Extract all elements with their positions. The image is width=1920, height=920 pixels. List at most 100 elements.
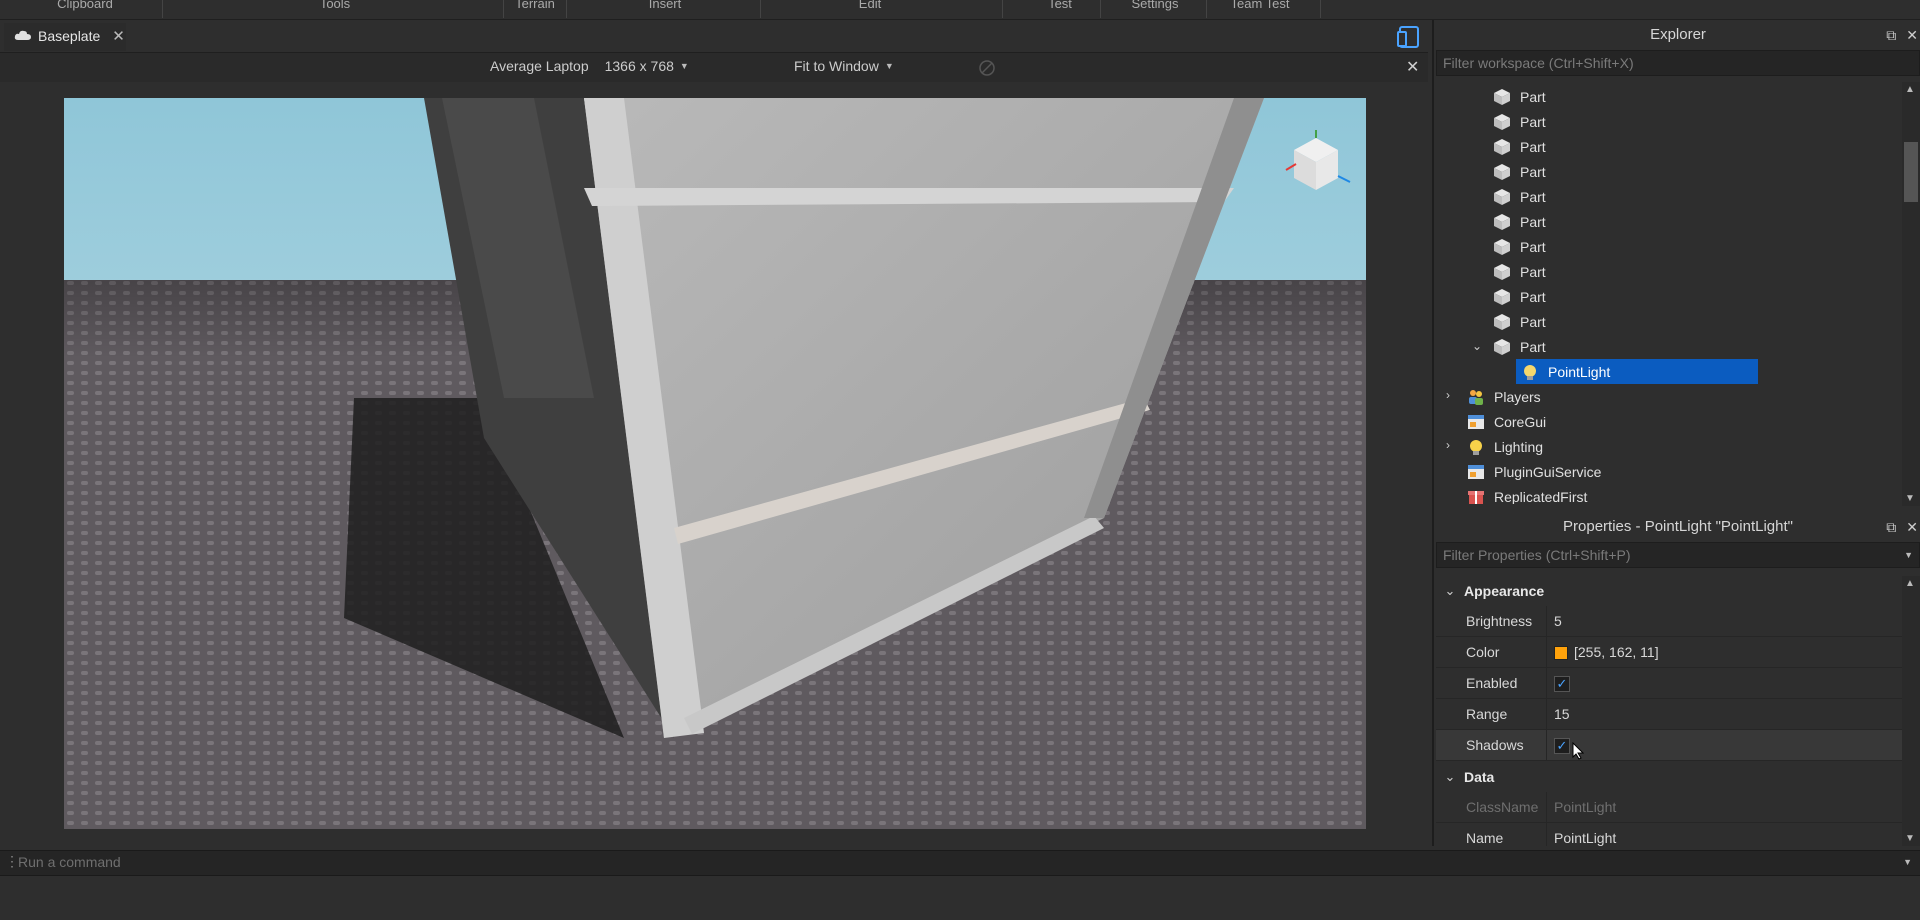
tree-item-part[interactable]: Part: [1492, 209, 1546, 234]
property-brightness[interactable]: Brightness 5: [1436, 606, 1902, 637]
tree-item-replicatedfirst[interactable]: ReplicatedFirst: [1466, 484, 1587, 504]
property-value[interactable]: 5: [1554, 606, 1562, 637]
document-tab-baseplate[interactable]: Baseplate ✕: [4, 23, 126, 51]
close-panel-icon[interactable]: ✕: [1906, 20, 1918, 50]
command-bar: ⋮ Run a command ▼: [0, 850, 1920, 876]
chevron-down-icon[interactable]: ⌄: [1472, 339, 1482, 353]
properties-filter-input[interactable]: Filter Properties (Ctrl+Shift+P) ▼: [1436, 542, 1920, 568]
tree-item-coregui[interactable]: CoreGui: [1466, 409, 1546, 434]
tree-item-players[interactable]: Players: [1466, 384, 1541, 409]
part-icon: [1492, 262, 1512, 282]
property-name: Range: [1466, 706, 1508, 722]
property-value[interactable]: PointLight: [1554, 823, 1616, 846]
property-value: PointLight: [1554, 799, 1617, 815]
category-data[interactable]: ⌄ Data: [1436, 762, 1902, 792]
scroll-down-icon[interactable]: ▼: [1905, 493, 1915, 504]
tree-item-part[interactable]: Part: [1492, 84, 1546, 109]
players-icon: [1466, 387, 1486, 407]
ribbon-edit[interactable]: Edit: [830, 0, 910, 16]
undock-icon[interactable]: ⧉: [1886, 20, 1896, 50]
chevron-right-icon[interactable]: ›: [1446, 438, 1450, 452]
close-emulation-icon[interactable]: ✕: [1406, 57, 1419, 77]
tree-item-label: Lighting: [1494, 438, 1544, 455]
explorer-filter-input[interactable]: Filter workspace (Ctrl+Shift+X): [1436, 50, 1920, 76]
divider: [1546, 637, 1547, 668]
tree-item-label: Part: [1520, 263, 1546, 280]
shadows-checkbox[interactable]: ✓: [1554, 737, 1570, 754]
part-icon: [1492, 337, 1512, 357]
orientation-icon[interactable]: [978, 59, 996, 77]
property-color[interactable]: Color [255, 162, 11]: [1436, 637, 1902, 668]
tree-item-part[interactable]: Part: [1492, 184, 1546, 209]
tree-item-pointlight[interactable]: PointLight: [1516, 359, 1758, 384]
scroll-up-icon[interactable]: ▲: [1905, 84, 1915, 95]
scroll-up-icon[interactable]: ▲: [1905, 578, 1915, 589]
tree-item-part[interactable]: Part: [1492, 284, 1546, 309]
ribbon-clipboard[interactable]: Clipboard: [30, 0, 140, 16]
properties-scrollbar[interactable]: ▲ ▼: [1902, 576, 1920, 846]
property-shadows[interactable]: Shadows ✓: [1436, 730, 1902, 761]
property-classname[interactable]: ClassName PointLight: [1436, 792, 1902, 823]
tree-item-part[interactable]: Part: [1492, 109, 1546, 134]
tree-item-label: Part: [1520, 113, 1546, 130]
tree-item-part[interactable]: Part: [1492, 259, 1546, 284]
point-light-icon: [1520, 362, 1540, 382]
tree-item-lighting[interactable]: Lighting: [1466, 434, 1543, 459]
ribbon-terrain[interactable]: Terrain: [505, 0, 565, 16]
undock-icon[interactable]: ⧉: [1886, 512, 1896, 542]
property-range[interactable]: Range 15: [1436, 699, 1902, 730]
tree-item-part[interactable]: Part: [1492, 159, 1546, 184]
chevron-down-icon[interactable]: ▼: [1903, 857, 1912, 867]
ribbon-test[interactable]: Test: [1030, 0, 1090, 16]
category-label: Appearance: [1464, 583, 1545, 599]
ribbon-team-test[interactable]: Team Test: [1210, 0, 1310, 16]
plugin-gui-icon: [1466, 462, 1486, 482]
divider: [1546, 668, 1547, 699]
ribbon-settings[interactable]: Settings: [1110, 0, 1200, 16]
part-icon: [1492, 162, 1512, 182]
scale-label: Fit to Window: [794, 58, 879, 74]
property-name: ClassName: [1466, 799, 1539, 815]
scale-selector[interactable]: Fit to Window ▼: [794, 58, 894, 74]
divider: [1546, 606, 1547, 637]
property-enabled[interactable]: Enabled ✓: [1436, 668, 1902, 699]
category-appearance[interactable]: ⌄ Appearance: [1436, 576, 1902, 606]
scroll-down-icon[interactable]: ▼: [1905, 833, 1915, 844]
tree-item-label: Part: [1520, 213, 1546, 230]
chevron-down-icon[interactable]: ▼: [1904, 543, 1913, 567]
chevron-right-icon[interactable]: ›: [1446, 388, 1450, 402]
part-icon: [1492, 287, 1512, 307]
property-value[interactable]: ✓: [1554, 668, 1570, 699]
grip-icon[interactable]: ⋮: [5, 853, 19, 870]
explorer-scrollbar[interactable]: ▲ ▼: [1902, 82, 1920, 506]
3d-viewport[interactable]: [64, 98, 1366, 829]
color-swatch[interactable]: [1554, 645, 1568, 660]
ribbon-divider: [162, 0, 163, 18]
properties-title: Properties - PointLight "PointLight": [1563, 518, 1793, 535]
property-value[interactable]: [255, 162, 11]: [1554, 637, 1659, 668]
tree-item-part[interactable]: Part: [1492, 309, 1546, 334]
tree-item-part[interactable]: Part: [1492, 134, 1546, 159]
part-icon: [1492, 237, 1512, 257]
tree-item-part-expanded[interactable]: Part: [1492, 334, 1546, 359]
close-tab-icon[interactable]: ✕: [112, 27, 125, 45]
ribbon-tools[interactable]: Tools: [290, 0, 380, 16]
tree-item-pluginguiservice[interactable]: PluginGuiService: [1466, 459, 1601, 484]
tree-item-label: Part: [1520, 288, 1546, 305]
enabled-checkbox[interactable]: ✓: [1554, 675, 1570, 692]
device-emulator-icon[interactable]: [1396, 24, 1422, 50]
property-value[interactable]: 15: [1554, 699, 1570, 730]
close-panel-icon[interactable]: ✕: [1906, 512, 1918, 542]
part-icon: [1492, 187, 1512, 207]
ribbon: Clipboard Tools Terrain Insert Edit Test…: [0, 0, 1920, 20]
ribbon-divider: [1002, 0, 1003, 18]
part-icon: [1492, 212, 1512, 232]
property-name-row[interactable]: Name PointLight: [1436, 823, 1902, 846]
chevron-down-icon: ⌄: [1444, 769, 1456, 784]
device-selector[interactable]: Average Laptop 1366 x 768 ▼: [490, 58, 689, 74]
tree-item-part[interactable]: Part: [1492, 234, 1546, 259]
explorer-scroll-thumb[interactable]: [1904, 142, 1918, 202]
ribbon-insert[interactable]: Insert: [620, 0, 710, 16]
command-input[interactable]: Run a command: [18, 854, 121, 870]
property-value[interactable]: ✓: [1554, 730, 1584, 761]
